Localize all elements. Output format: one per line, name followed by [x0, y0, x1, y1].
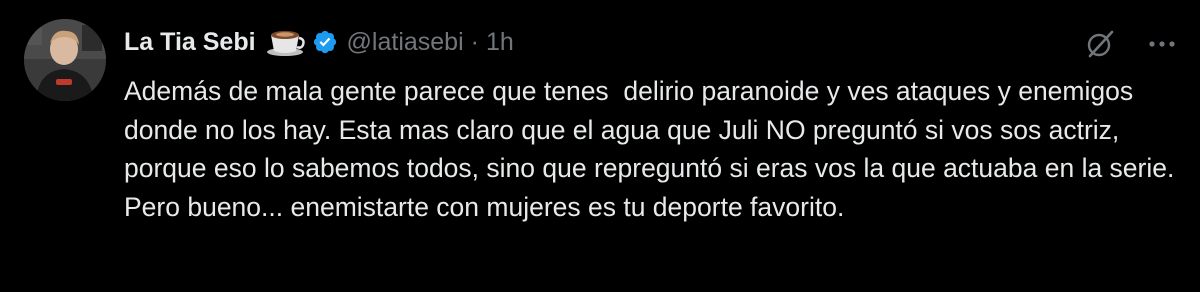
- verified-badge-icon[interactable]: [312, 29, 338, 55]
- tweet-timestamp[interactable]: 1h: [486, 28, 514, 57]
- avatar-image: [24, 19, 106, 101]
- author-display-name[interactable]: La Tia Sebi: [124, 28, 256, 57]
- author-handle[interactable]: @latiasebi: [347, 28, 464, 57]
- tweet-text: Además de mala gente parece que tenes de…: [124, 76, 1190, 222]
- avatar[interactable]: [24, 19, 106, 101]
- more-options-icon[interactable]: [1146, 28, 1178, 60]
- grok-icon[interactable]: [1084, 28, 1116, 60]
- tweet-actions: [1084, 28, 1178, 60]
- tweet-header: La Tia Sebi @latiasebi · 1h: [124, 22, 514, 62]
- tweet[interactable]: La Tia Sebi @latiasebi · 1h Además de ma…: [0, 0, 1200, 292]
- separator-dot: ·: [470, 27, 479, 56]
- coffee-cup-emoji: [265, 27, 305, 57]
